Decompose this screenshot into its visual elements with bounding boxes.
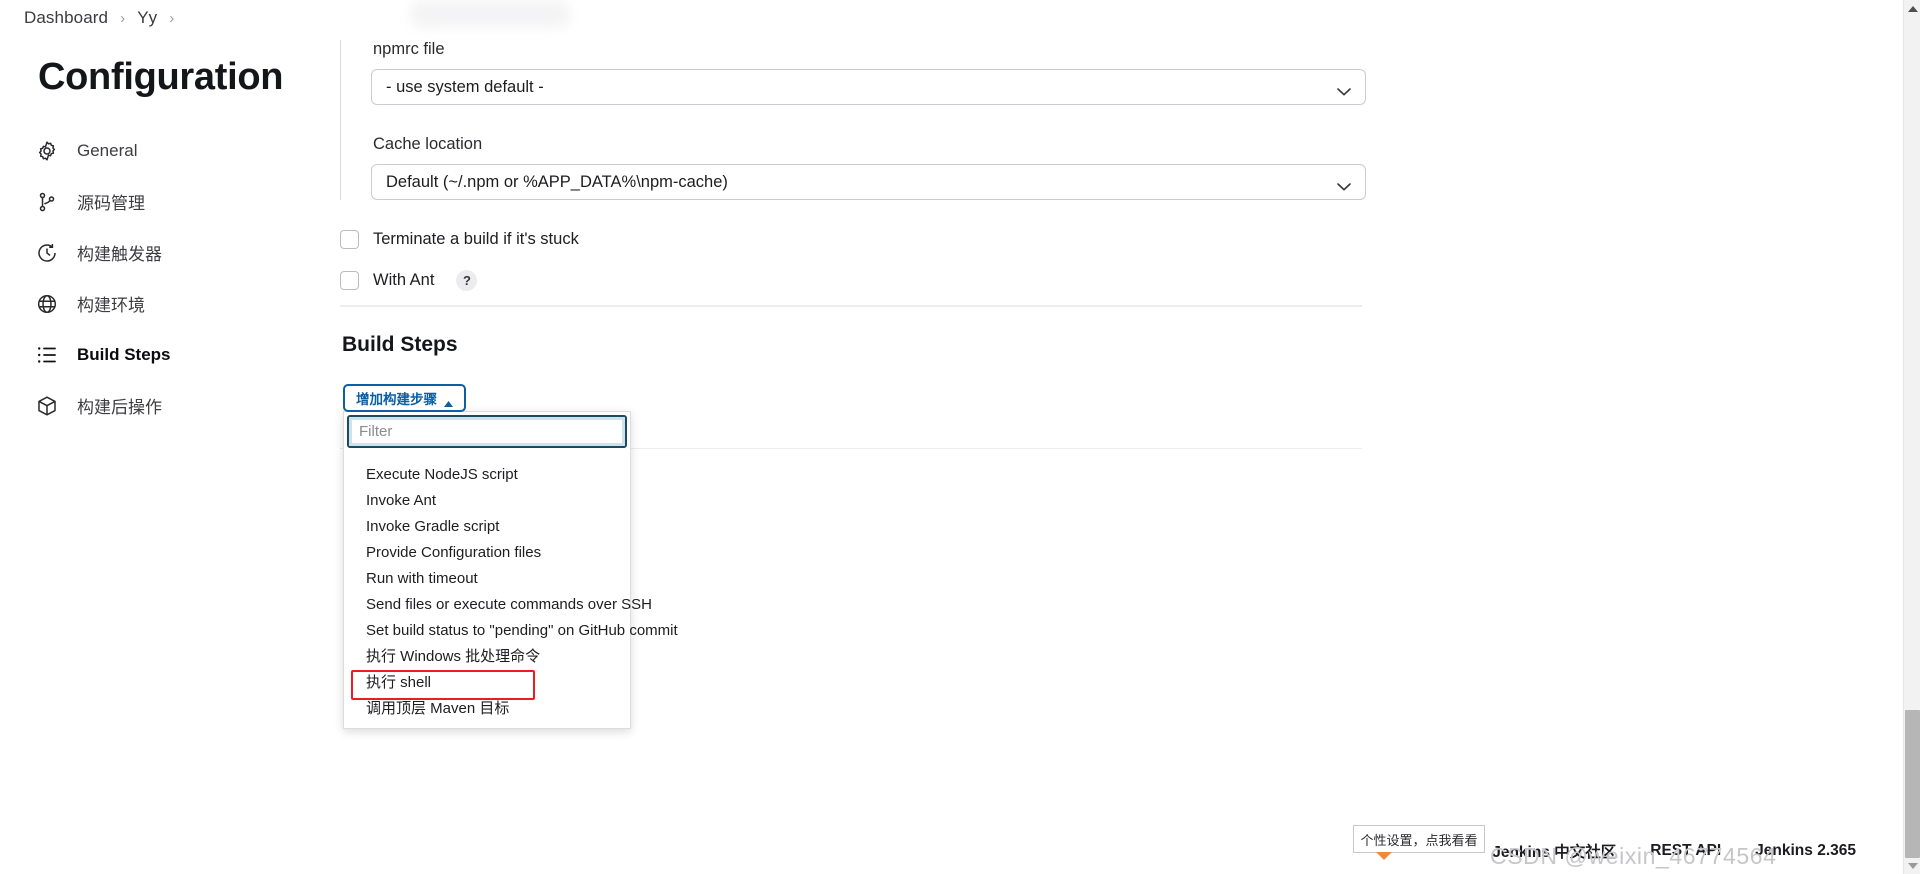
tooltip-text: 个性设置，点我看看: [1360, 832, 1478, 848]
checkbox-label: Terminate a build if it's stuck: [373, 229, 579, 248]
chevron-right-icon: ›: [169, 9, 175, 27]
add-build-step-button[interactable]: 增加构建步骤: [343, 384, 466, 412]
scroll-down-arrow-icon[interactable]: [1904, 857, 1920, 874]
globe-icon: [34, 291, 60, 317]
page-scrollbar[interactable]: [1903, 0, 1920, 874]
sidebar-item-build-triggers[interactable]: 构建触发器: [34, 227, 330, 278]
build-steps-section-title: Build Steps: [342, 333, 458, 356]
with-ant-checkbox[interactable]: [340, 270, 359, 290]
sidebar-item-build-steps[interactable]: Build Steps: [34, 329, 330, 380]
cache-location-selected-value: Default (~/.npm or %APP_DATA%\npm-cache): [386, 172, 728, 191]
gear-icon: [34, 138, 60, 164]
npmrc-selected-value: - use system default -: [386, 77, 544, 96]
sidebar: Configuration General 源码管理 构建触发器 构建环境 Bu…: [0, 56, 330, 431]
personal-settings-tooltip: 个性设置，点我看看: [1353, 825, 1485, 860]
source-branch-icon: [34, 189, 60, 215]
checkbox-row-terminate-build[interactable]: Terminate a build if it's stuck: [340, 222, 579, 256]
add-build-step-dropdown: Execute NodeJS script Invoke Ant Invoke …: [343, 411, 678, 729]
sidebar-item-label: 构建后操作: [77, 398, 162, 417]
breadcrumb: Dashboard › Yy ›: [24, 8, 174, 28]
checkbox-label: With Ant: [373, 270, 435, 289]
dropdown-item[interactable]: 执行 Windows 批处理命令: [344, 644, 630, 670]
nodejs-settings-group: npmrc file - use system default - Cache …: [340, 40, 1366, 200]
dropdown-item[interactable]: 调用顶层 Maven 目标: [344, 696, 630, 722]
sidebar-item-general[interactable]: General: [34, 125, 330, 176]
scrolled-partial-element: [410, 0, 570, 28]
cache-location-field: Cache location Default (~/.npm or %APP_D…: [371, 135, 1366, 200]
section-divider: [340, 305, 1362, 307]
main-content: npmrc file - use system default - Cache …: [340, 0, 1880, 874]
sidebar-item-build-environment[interactable]: 构建环境: [34, 278, 330, 329]
scrollbar-thumb[interactable]: [1905, 710, 1920, 858]
breadcrumb-item-yy[interactable]: Yy: [137, 8, 157, 28]
sidebar-item-label: 构建触发器: [77, 245, 162, 264]
filter-input[interactable]: [347, 415, 627, 448]
sidebar-item-label: Build Steps: [77, 344, 171, 364]
chevron-down-icon: [1337, 83, 1351, 96]
chevron-down-icon: [1337, 178, 1351, 191]
npmrc-select[interactable]: - use system default -: [371, 69, 1366, 105]
add-build-step-label: 增加构建步骤: [356, 392, 437, 407]
help-icon[interactable]: ?: [456, 269, 478, 291]
caret-up-icon: [444, 395, 453, 407]
list-icon: [34, 342, 60, 368]
dropdown-item[interactable]: Run with timeout: [344, 566, 630, 592]
chevron-right-icon: ›: [120, 9, 126, 27]
npmrc-label: npmrc file: [373, 40, 445, 58]
package-icon: [34, 393, 60, 419]
sidebar-item-source-code-management[interactable]: 源码管理: [34, 176, 330, 227]
terminate-build-checkbox[interactable]: [340, 229, 359, 249]
dropdown-item[interactable]: Provide Configuration files: [344, 540, 630, 566]
sidebar-nav: General 源码管理 构建触发器 构建环境 Build Steps 构建后操…: [34, 125, 330, 431]
dropdown-item[interactable]: Invoke Ant: [344, 488, 630, 514]
dropdown-item-execute-shell[interactable]: 执行 shell: [344, 670, 630, 700]
sidebar-item-label: General: [77, 140, 138, 160]
checkbox-row-with-ant[interactable]: With Ant ?: [340, 263, 579, 297]
sidebar-item-post-build-actions[interactable]: 构建后操作: [34, 380, 330, 431]
app-root: Dashboard › Yy › Configuration General 源…: [0, 0, 1920, 874]
dropdown-item[interactable]: Invoke Gradle script: [344, 514, 630, 540]
dropdown-item[interactable]: Set build status to "pending" on GitHub …: [344, 618, 678, 644]
sidebar-item-label: 构建环境: [77, 296, 145, 315]
dropdown-item[interactable]: Execute NodeJS script: [344, 462, 630, 488]
npmrc-field: npmrc file - use system default -: [371, 40, 1366, 105]
clock-icon: [34, 240, 60, 266]
scroll-up-arrow-icon[interactable]: [1904, 0, 1920, 17]
build-step-options-list: Execute NodeJS script Invoke Ant Invoke …: [344, 462, 678, 722]
checkbox-group: Terminate a build if it's stuck With Ant…: [340, 222, 579, 297]
filter-wrapper: [344, 412, 630, 448]
page-title: Configuration: [38, 56, 284, 98]
csdn-watermark: CSDN @weixin_46774564: [1490, 843, 1777, 869]
sidebar-item-label: 源码管理: [77, 194, 145, 213]
cache-location-select[interactable]: Default (~/.npm or %APP_DATA%\npm-cache): [371, 164, 1366, 200]
tooltip-arrow-icon: [1376, 852, 1392, 860]
breadcrumb-item-dashboard[interactable]: Dashboard: [24, 8, 108, 28]
cache-location-label: Cache location: [373, 135, 483, 153]
dropdown-item[interactable]: Send files or execute commands over SSH: [344, 592, 652, 618]
